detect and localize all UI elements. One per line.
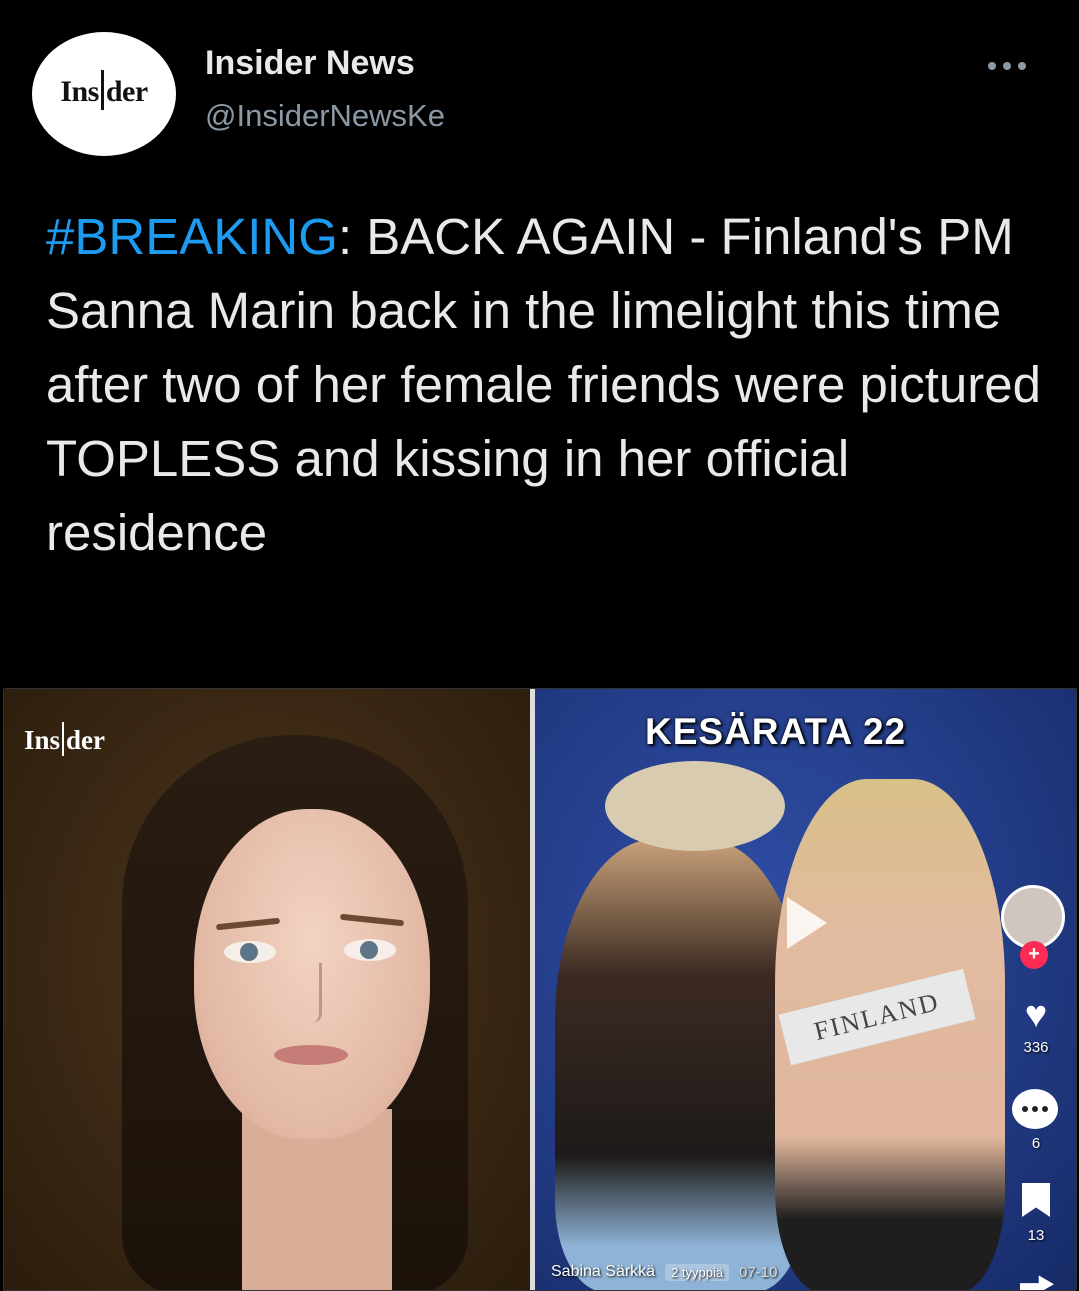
creator-avatar[interactable] (1001, 885, 1065, 949)
lips-shape (274, 1045, 348, 1065)
person-left (555, 839, 805, 1290)
comment-count: 6 (1031, 1135, 1041, 1152)
more-horizontal-icon[interactable] (988, 56, 1040, 76)
like-count: 336 (1023, 1039, 1049, 1056)
tweet-text: #BREAKING: BACK AGAIN - Finland's PM San… (46, 200, 1046, 570)
avatar-logo: Ins der (60, 70, 148, 114)
comment-icon[interactable] (1012, 1089, 1058, 1129)
right-eye (344, 939, 396, 961)
post-date: 07-10 (739, 1263, 778, 1281)
creator-name[interactable]: Sabina Särkkä (551, 1263, 655, 1281)
heart-icon[interactable]: ♥ (1011, 995, 1061, 1035)
left-eye (224, 941, 276, 963)
profile-avatar[interactable]: Ins der (32, 32, 176, 156)
play-icon[interactable] (787, 897, 827, 949)
insider-watermark: Ins der (24, 721, 105, 760)
user-handle[interactable]: @InsiderNewsKe (205, 98, 445, 134)
creator-info: Sabina Särkkä 2 tyyppiä 07-10 (551, 1263, 777, 1281)
tiktok-screenshot[interactable]: KESÄRATA 22 FINLAND + ♥ 336 6 13 Sabina … (535, 689, 1076, 1290)
display-name[interactable]: Insider News (205, 44, 415, 83)
nose-shape (300, 963, 322, 1023)
portrait-photo[interactable]: Ins der (4, 689, 530, 1290)
hashtag-link[interactable]: #BREAKING (46, 208, 338, 265)
bookmark-icon[interactable] (1022, 1183, 1050, 1217)
people-chip: 2 tyyppiä (665, 1263, 730, 1281)
video-title: KESÄRATA 22 (645, 711, 907, 752)
follow-plus-icon[interactable]: + (1020, 941, 1048, 969)
cowboy-hat (605, 761, 785, 851)
tweet-media[interactable]: Ins der KESÄRATA 22 FINLAND + ♥ 336 6 13 … (3, 688, 1077, 1291)
tweet-header: Ins der Insider News @InsiderNewsKe (0, 0, 1079, 190)
share-icon[interactable] (1020, 1275, 1054, 1290)
bookmark-count: 13 (1027, 1227, 1045, 1244)
